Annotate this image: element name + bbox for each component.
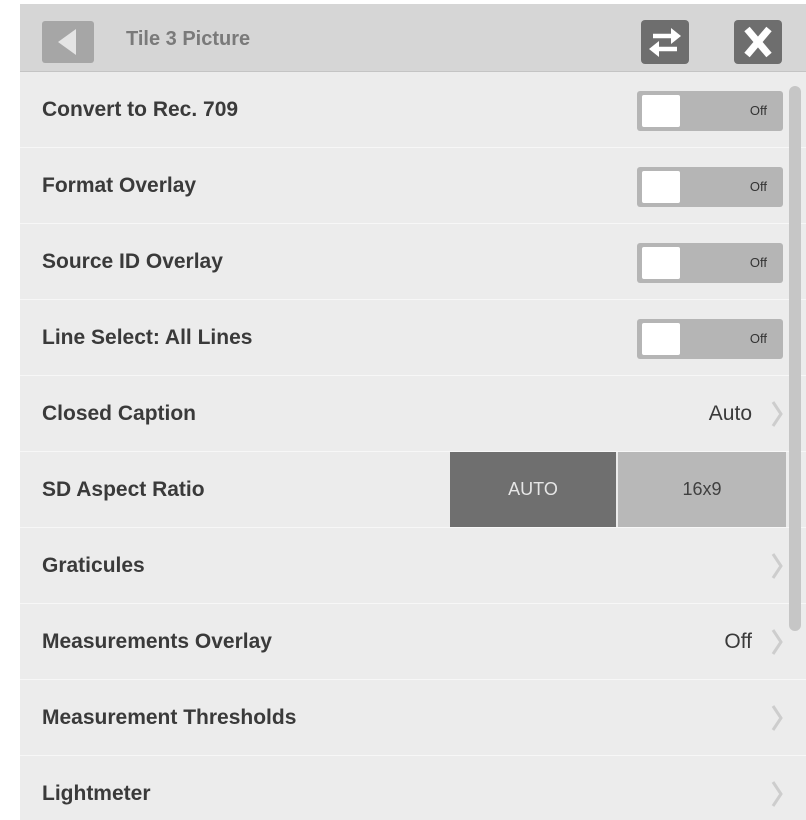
closed-caption-value: Auto: [708, 401, 752, 425]
chevron-right-icon: [770, 400, 784, 428]
row-closed-caption[interactable]: Closed Caption Auto: [20, 376, 806, 452]
row-format-overlay: Format Overlay Off: [20, 148, 806, 224]
close-button[interactable]: [734, 20, 782, 64]
toggle-state: Off: [749, 255, 767, 270]
row-label: Measurement Thresholds: [42, 705, 297, 729]
page-title: Tile 3 Picture: [126, 28, 251, 50]
convert-rec709-toggle[interactable]: Off: [637, 91, 783, 131]
row-lightmeter[interactable]: Lightmeter: [20, 756, 806, 820]
format-overlay-toggle[interactable]: Off: [637, 167, 783, 207]
aspect-auto-button[interactable]: AUTO: [450, 452, 616, 527]
back-button[interactable]: [42, 21, 94, 63]
line-select-toggle[interactable]: Off: [637, 319, 783, 359]
row-label: Closed Caption: [42, 401, 197, 425]
toggle-state: Off: [749, 179, 767, 194]
row-convert-to-rec709: Convert to Rec. 709 Off: [20, 72, 806, 148]
chevron-right-icon: [770, 780, 784, 808]
toggle-knob: [642, 171, 680, 203]
aspect-16x9-button[interactable]: 16x9: [618, 452, 786, 527]
row-source-id-overlay: Source ID Overlay Off: [20, 224, 806, 300]
swap-button[interactable]: [641, 20, 689, 64]
row-label: Line Select: All Lines: [42, 325, 253, 349]
row-measurement-thresholds[interactable]: Measurement Thresholds: [20, 680, 806, 756]
tile-picture-panel: Tile 3 Picture Convert to Rec. 709 Off F…: [20, 4, 806, 820]
row-graticules[interactable]: Graticules: [20, 528, 806, 604]
toggle-state: Off: [749, 331, 767, 346]
panel-header: Tile 3 Picture: [20, 4, 806, 72]
scrollbar[interactable]: [789, 86, 801, 631]
row-label: Format Overlay: [42, 173, 197, 197]
row-line-select: Line Select: All Lines Off: [20, 300, 806, 376]
toggle-knob: [642, 323, 680, 355]
chevron-right-icon: [770, 552, 784, 580]
chevron-right-icon: [770, 704, 784, 732]
row-sd-aspect-ratio: SD Aspect Ratio AUTO 16x9: [20, 452, 806, 528]
row-label: Convert to Rec. 709: [42, 97, 239, 121]
row-label: SD Aspect Ratio: [42, 477, 205, 501]
row-label: Source ID Overlay: [42, 249, 223, 273]
row-label: Measurements Overlay: [42, 629, 272, 653]
toggle-knob: [642, 95, 680, 127]
toggle-state: Off: [749, 103, 767, 118]
row-label: Lightmeter: [42, 781, 151, 805]
row-label: Graticules: [42, 553, 145, 577]
row-measurements-overlay[interactable]: Measurements Overlay Off: [20, 604, 806, 680]
chevron-right-icon: [770, 628, 784, 656]
settings-list: Convert to Rec. 709 Off Format Overlay O…: [20, 72, 806, 820]
toggle-knob: [642, 247, 680, 279]
source-id-overlay-toggle[interactable]: Off: [637, 243, 783, 283]
measurements-overlay-value: Off: [724, 629, 752, 653]
